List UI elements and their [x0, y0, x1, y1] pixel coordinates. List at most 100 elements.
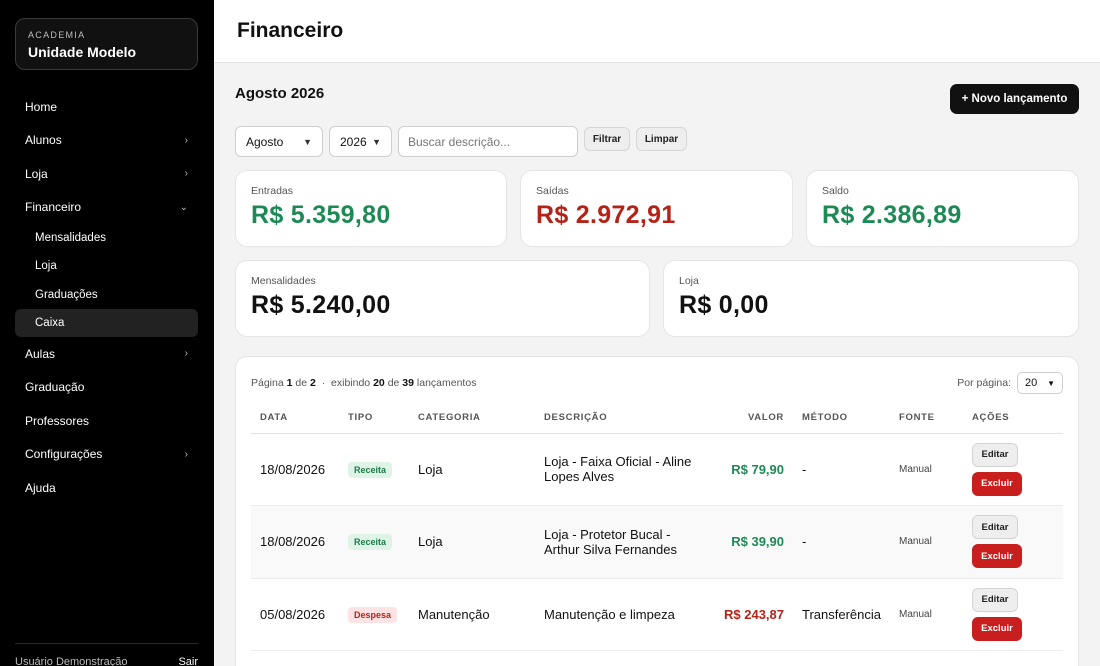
cell-actions: Editar Excluir — [963, 505, 1063, 579]
edit-button[interactable]: Editar — [972, 587, 1018, 612]
type-badge: Receita — [348, 461, 393, 478]
transactions-table: DATA TIPO CATEGORIA DESCRIÇÃO VALOR MÉTO… — [251, 403, 1063, 651]
pager-of-word: de — [295, 377, 308, 389]
cell-type: Despesa — [339, 578, 409, 651]
card-value: R$ 5.359,80 — [251, 201, 391, 229]
cell-value: R$ 79,90 — [703, 433, 793, 506]
per-page-value: 20 — [1025, 377, 1038, 389]
pager-total: 39 — [402, 377, 414, 389]
chevron-right-icon: › — [184, 448, 188, 460]
brand-card[interactable]: ACADEMIA Unidade Modelo — [15, 18, 198, 70]
card-value: R$ 5.240,00 — [251, 291, 391, 319]
cell-description: Manutenção e limpeza — [535, 578, 703, 651]
card-label: Saldo — [822, 185, 849, 197]
logout-link[interactable]: Sair — [178, 656, 198, 666]
sidebar-item-label: Graduação — [25, 380, 85, 395]
cell-type: Receita — [339, 433, 409, 506]
user-name: Usuário Demonstração — [15, 656, 128, 666]
pager-page: 1 — [286, 377, 293, 389]
filter-button[interactable]: Filtrar — [584, 127, 630, 151]
sidebar-nav: Home Alunos › Loja › Financeiro ⌄ Mensalida… — [15, 90, 198, 505]
sidebar-item-alunos[interactable]: Alunos › — [15, 124, 198, 158]
col-header-tipo: TIPO — [339, 403, 409, 434]
cell-source: Manual — [890, 433, 963, 506]
sidebar-item-label: Professores — [25, 413, 90, 428]
card-loja: Loja R$ 0,00 — [663, 260, 1079, 337]
card-saldo: Saldo R$ 2.386,89 — [806, 170, 1079, 247]
sidebar-subitem-label: Caixa — [35, 317, 65, 330]
sidebar-item-label: Aulas — [25, 346, 56, 361]
cell-value: R$ 243,87 — [703, 578, 793, 651]
sidebar-item-label: Configurações — [25, 447, 103, 462]
sidebar-footer: Usuário Demonstração Sair — [15, 643, 198, 666]
delete-button[interactable]: Excluir — [972, 544, 1022, 569]
sidebar-item-loja[interactable]: Loja › — [15, 157, 198, 191]
sidebar-item-aulas[interactable]: Aulas › — [15, 337, 198, 371]
cell-category: Loja — [409, 433, 535, 506]
type-badge: Despesa — [348, 606, 398, 623]
pager-page-word: Página — [251, 377, 284, 389]
delete-button[interactable]: Excluir — [972, 471, 1022, 496]
per-page-select[interactable]: 20 ▼ — [1017, 372, 1063, 394]
sidebar-subitem-caixa[interactable]: Caixa — [15, 308, 198, 338]
brand-name: Unidade Modelo — [28, 44, 137, 60]
card-saidas: Saídas R$ 2.972,91 — [520, 170, 793, 247]
edit-button[interactable]: Editar — [972, 515, 1018, 540]
col-header-valor: VALOR — [703, 403, 793, 434]
cell-value: R$ 39,90 — [703, 505, 793, 579]
chevron-down-icon: ⌄ — [179, 201, 188, 213]
card-value: R$ 0,00 — [679, 291, 769, 319]
new-entry-button[interactable]: + Novo lançamento — [950, 84, 1079, 114]
sidebar-subitem-mensalidades[interactable]: Mensalidades — [15, 224, 198, 252]
pager-showing-word: exibindo — [331, 377, 371, 389]
search-input[interactable] — [398, 126, 578, 157]
year-select[interactable]: 2026 ▼ — [329, 126, 392, 157]
sidebar-item-ajuda[interactable]: Ajuda — [15, 471, 198, 505]
chevron-down-icon: ▼ — [1047, 378, 1055, 388]
brand-kicker: ACADEMIA — [28, 30, 86, 40]
card-entradas: Entradas R$ 5.359,80 — [235, 170, 507, 247]
chevron-right-icon: › — [184, 168, 188, 180]
sidebar-item-configuracoes[interactable]: Configurações › — [15, 438, 198, 472]
cell-date: 18/08/2026 — [251, 433, 339, 506]
pager-shown: 20 — [373, 377, 385, 389]
chevron-right-icon: › — [184, 348, 188, 360]
cell-date: 05/08/2026 — [251, 578, 339, 651]
cell-category: Manutenção — [409, 578, 535, 651]
sidebar-item-graduacao[interactable]: Graduação — [15, 371, 198, 405]
col-header-data: DATA — [251, 403, 339, 434]
pager-separator: · — [321, 377, 326, 389]
sidebar-item-financeiro[interactable]: Financeiro ⌄ — [15, 191, 198, 225]
col-header-acoes: AÇÕES — [963, 403, 1063, 434]
sidebar-subitem-graduacoes[interactable]: Graduações — [15, 281, 198, 309]
sidebar-item-label: Ajuda — [25, 480, 56, 495]
sidebar-subitem-loja[interactable]: Loja — [15, 252, 198, 280]
main-content: Agosto 2026 + Novo lançamento Agosto ▼ 2… — [214, 63, 1100, 666]
col-header-categoria: CATEGORIA — [409, 403, 535, 434]
delete-button[interactable]: Excluir — [972, 616, 1022, 641]
cell-category: Loja — [409, 505, 535, 579]
sidebar-item-home[interactable]: Home — [15, 90, 198, 124]
chevron-down-icon: ▼ — [303, 136, 312, 147]
pagination-info: Página 1 de 2 · exibindo 20 de 39 lançam… — [251, 377, 476, 389]
clear-button[interactable]: Limpar — [636, 127, 687, 151]
chevron-right-icon: › — [184, 134, 188, 146]
card-value: R$ 2.972,91 — [536, 201, 676, 229]
card-label: Entradas — [251, 185, 294, 197]
table-row: 18/08/2026 Receita Loja Loja - Faixa Ofi… — [251, 433, 1063, 506]
pager-of-word-2: de — [387, 377, 400, 389]
cell-type: Receita — [339, 505, 409, 579]
cell-description: Loja - Faixa Oficial - Aline Lopes Alves — [535, 433, 703, 506]
page-header: Financeiro — [214, 0, 1100, 63]
card-label: Mensalidades — [251, 275, 316, 287]
page-title: Financeiro — [237, 19, 344, 42]
transactions-panel: Página 1 de 2 · exibindo 20 de 39 lançam… — [235, 356, 1079, 666]
cell-method: - — [793, 505, 890, 579]
cell-date: 18/08/2026 — [251, 505, 339, 579]
sidebar-item-professores[interactable]: Professores — [15, 404, 198, 438]
edit-button[interactable]: Editar — [972, 442, 1018, 467]
sidebar-item-label: Loja — [25, 166, 48, 181]
cell-source: Manual — [890, 505, 963, 579]
card-mensalidades: Mensalidades R$ 5.240,00 — [235, 260, 650, 337]
month-select[interactable]: Agosto ▼ — [235, 126, 323, 157]
